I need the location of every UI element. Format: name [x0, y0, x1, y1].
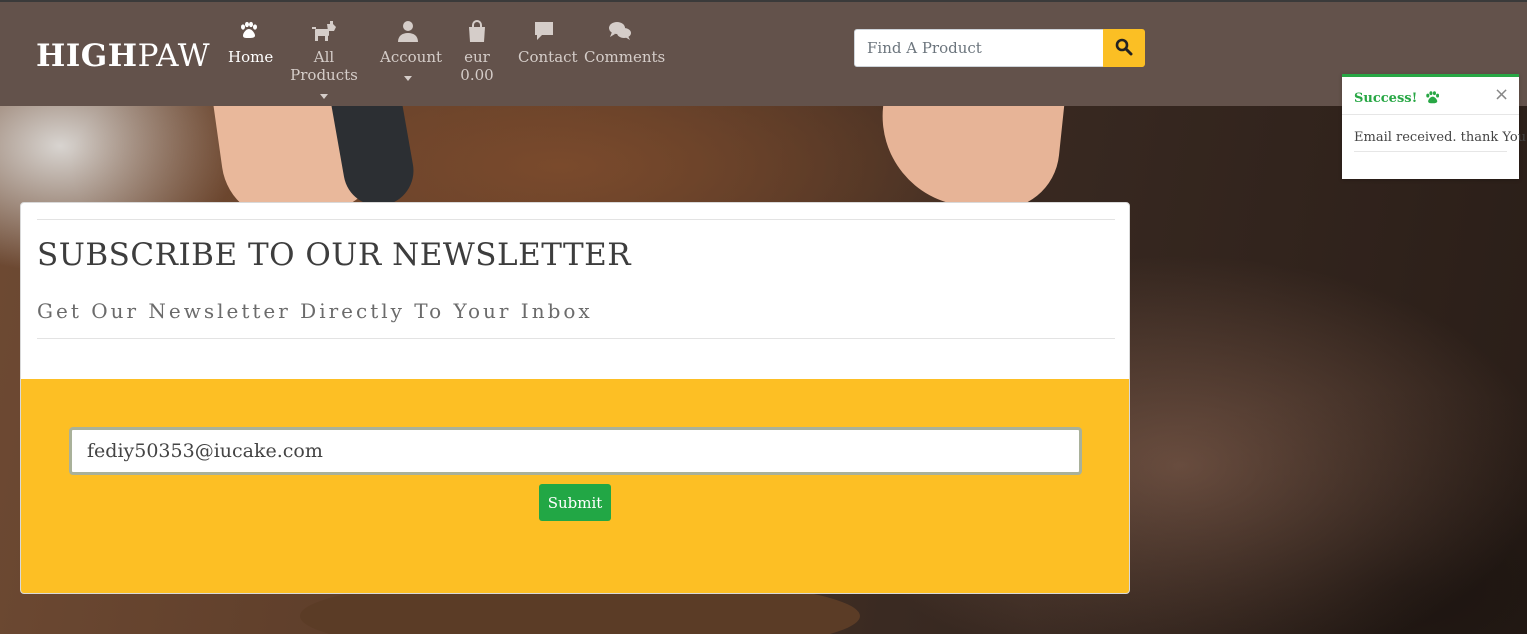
nav-home-label: Home [228, 48, 274, 66]
newsletter-title: SUBSCRIBE TO OUR NEWSLETTER [37, 237, 632, 273]
divider [37, 338, 1115, 339]
nav-home[interactable]: Home [228, 20, 273, 66]
paw-icon [228, 20, 268, 44]
nav-bag-total: eur 0.00 [460, 48, 494, 84]
search-input[interactable] [854, 29, 1104, 67]
newsletter-card: SUBSCRIBE TO OUR NEWSLETTER Get Our News… [20, 202, 1130, 594]
success-toast: Success! × Email received. thank You! [1342, 74, 1527, 179]
shopping-bag-icon [450, 20, 504, 44]
toast-title-text: Success! [1354, 91, 1418, 106]
toast-title: Success! [1354, 90, 1439, 106]
newsletter-form-panel: Submit [21, 379, 1129, 593]
chevron-down-icon [320, 94, 328, 99]
nav-account-label: Account [380, 48, 443, 66]
divider [1342, 114, 1519, 115]
brand-logo[interactable]: HIGHPAW [36, 38, 210, 74]
submit-button[interactable]: Submit [539, 484, 611, 521]
comments-icon [584, 20, 655, 44]
nav-bag[interactable]: eur 0.00 [450, 20, 504, 84]
paw-icon [1426, 91, 1439, 104]
nav-comments[interactable]: Comments [584, 20, 665, 66]
nav-account[interactable]: Account [380, 20, 442, 81]
nav-all-products[interactable]: All Products [283, 20, 365, 99]
close-icon[interactable]: × [1494, 84, 1509, 105]
toast-message: Email received. thank You! [1354, 130, 1527, 145]
comment-icon [518, 20, 569, 44]
email-field[interactable] [69, 427, 1082, 475]
user-icon [380, 20, 436, 44]
divider [37, 219, 1115, 220]
divider [1354, 151, 1507, 152]
chevron-down-icon [404, 76, 412, 81]
nav-comments-label: Comments [584, 48, 666, 66]
nav-all-products-label: All Products [290, 48, 358, 84]
hand-shape [873, 106, 1067, 216]
search-button[interactable] [1103, 29, 1145, 67]
newsletter-subtitle: Get Our Newsletter Directly To Your Inbo… [37, 299, 593, 323]
nav-contact[interactable]: Contact [518, 20, 578, 66]
search-icon [1115, 38, 1133, 59]
search-form [854, 29, 1145, 67]
navbar: HIGHPAW Home All Products Account eur 0.… [0, 0, 1527, 106]
dog-icon [283, 20, 365, 44]
nav-contact-label: Contact [518, 48, 578, 66]
